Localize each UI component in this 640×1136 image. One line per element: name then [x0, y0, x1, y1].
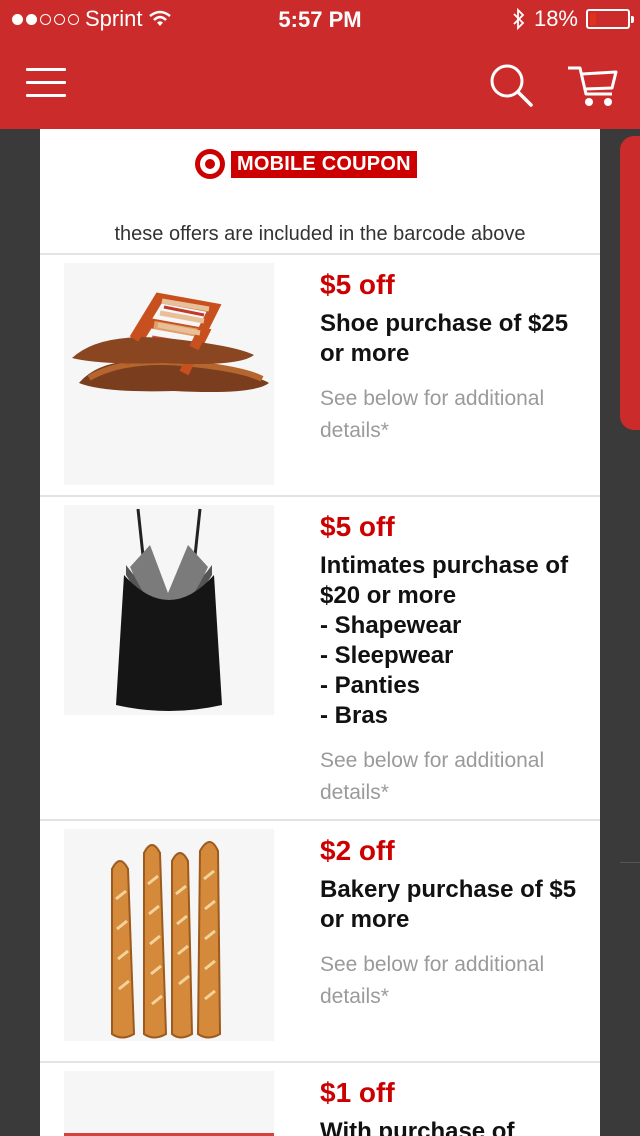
offer-text: $5 off Shoe purchase of $25 or more See … [320, 269, 590, 447]
offer-details-link[interactable]: See below for additional details* [320, 745, 590, 809]
bluetooth-icon [513, 8, 525, 30]
menu-button[interactable] [26, 68, 66, 98]
target-logo-icon [195, 149, 225, 179]
battery-icon [586, 9, 634, 29]
offer-item[interactable]: $5 off Intimates purchase of $20 or more… [40, 495, 600, 819]
product-image [64, 1071, 274, 1136]
coupon-panel: MOBILE COUPON these offers are included … [40, 129, 600, 1136]
offer-item[interactable]: $1 off With purchase of [40, 1061, 600, 1136]
mobile-coupon-badge: MOBILE COUPON [195, 149, 417, 179]
offer-item[interactable]: $2 off Bakery purchase of $5 or more See… [40, 819, 600, 1061]
offer-description: With purchase of [320, 1118, 515, 1136]
hamburger-icon [26, 68, 66, 71]
sandals-image [64, 263, 274, 485]
search-button[interactable] [488, 62, 534, 108]
offer-amount: $2 off [320, 835, 395, 866]
offer-details-link[interactable]: See below for additional details* [320, 383, 590, 447]
offer-details-link[interactable]: See below for additional details* [320, 949, 590, 1013]
divider [620, 862, 640, 863]
offer-description: Bakery purchase of $5 or more [320, 876, 577, 933]
offers-note: these offers are included in the barcode… [114, 223, 526, 245]
side-drawer-edge [620, 136, 640, 430]
offer-text: $1 off With purchase of [320, 1077, 590, 1136]
offer-list-item: - Bras [320, 702, 389, 729]
offer-text: $5 off Intimates purchase of $20 or more… [320, 511, 590, 809]
offer-text: $2 off Bakery purchase of $5 or more See… [320, 835, 590, 1013]
battery-percent: 18% [533, 6, 578, 31]
baguettes-image [64, 829, 274, 1041]
offer-item[interactable]: $5 off Shoe purchase of $25 or more See … [40, 253, 600, 495]
offer-description: Intimates purchase of $20 or more [320, 552, 569, 609]
offer-amount: $1 off [320, 1077, 395, 1108]
offer-description: Shoe purchase of $25 or more [320, 310, 569, 367]
offer-amount: $5 off [320, 269, 395, 300]
cart-button[interactable] [564, 62, 620, 110]
offer-amount: $5 off [320, 511, 395, 542]
coupon-label: MOBILE COUPON [231, 150, 417, 178]
cart-icon [568, 66, 618, 106]
offer-list-item: - Shapewear [320, 612, 462, 639]
search-icon [490, 64, 533, 107]
offer-list-item: - Sleepwear [320, 642, 454, 669]
status-right: 18% [512, 6, 634, 32]
black-slip-image [64, 505, 274, 715]
offer-list-item: - Panties [320, 672, 421, 699]
top-bar: Sprint 5:57 PM 18% [0, 0, 640, 129]
status-bar: Sprint 5:57 PM 18% [0, 0, 640, 40]
